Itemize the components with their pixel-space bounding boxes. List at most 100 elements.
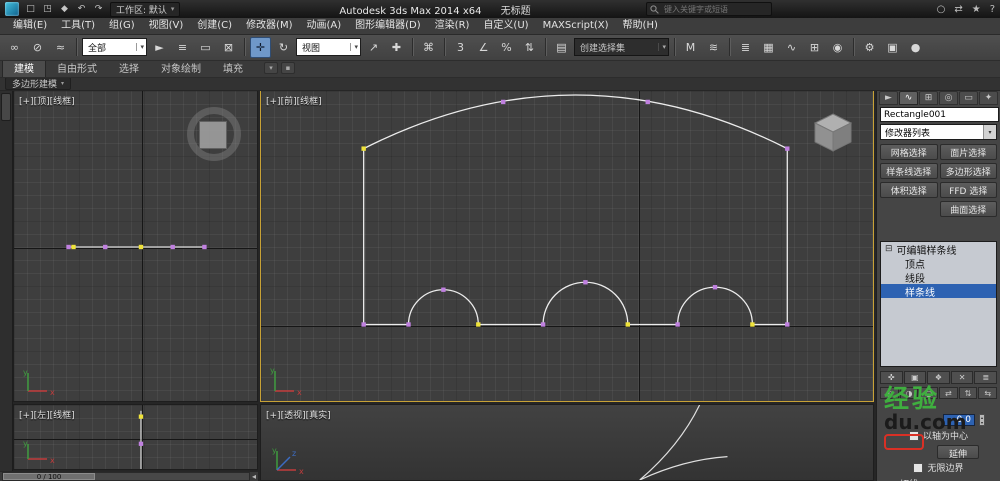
value-spinner-field[interactable]: 0.0: [942, 413, 975, 426]
spline-vertex[interactable]: [361, 146, 366, 151]
layer-manager-icon[interactable]: ≣: [735, 37, 756, 58]
keyboard-shortcut-override-icon[interactable]: ⌘: [418, 37, 439, 58]
modifier-button-patch-select[interactable]: 面片选择: [939, 144, 997, 160]
render-setup-icon[interactable]: ⚙: [859, 37, 880, 58]
viewport-left[interactable]: [+][左][线框] x y: [13, 404, 258, 470]
search-input[interactable]: [662, 3, 768, 15]
modifier-button-vol-select[interactable]: 体积选择: [880, 182, 938, 198]
viewcube[interactable]: [811, 111, 855, 155]
spline-vertex[interactable]: [645, 99, 650, 105]
ribbon-tab-freeform[interactable]: 自由形式: [46, 59, 108, 77]
stack-item-vertex[interactable]: 顶点: [881, 256, 996, 271]
spline-vertex[interactable]: [138, 244, 144, 250]
select-by-name-icon[interactable]: ≡: [172, 37, 193, 58]
boolean-intersect-icon[interactable]: ◒: [919, 387, 939, 399]
spline-vertex[interactable]: [750, 322, 755, 327]
angle-snap-icon[interactable]: ∠: [473, 37, 494, 58]
viewport-front-label[interactable]: [+][前][线框]: [266, 94, 322, 107]
extend-button[interactable]: 延伸: [937, 444, 979, 460]
menu-tools[interactable]: 工具(T): [54, 18, 102, 34]
viewport-perspective-label[interactable]: [+][透视][真实]: [266, 408, 331, 421]
spline-vertex[interactable]: [625, 322, 630, 327]
time-slider-track[interactable]: 0 / 100: [2, 472, 250, 481]
viewport-layout-tabs[interactable]: [0, 90, 13, 471]
viewport-perspective[interactable]: [+][透视][真实] x y z: [260, 404, 874, 481]
polygon-modeling-panel[interactable]: 多边形建模 ▾: [5, 77, 72, 90]
modifier-button-poly-select[interactable]: 多边形选择: [939, 163, 997, 179]
mirror-both-icon[interactable]: ⇆: [978, 387, 998, 399]
reference-coordinate-system-dropdown[interactable]: 视图 ▾: [296, 38, 361, 56]
layout-tab[interactable]: [1, 93, 11, 121]
menu-rendering[interactable]: 渲染(R): [428, 18, 477, 34]
create-tab[interactable]: ►: [879, 91, 898, 105]
save-file-icon[interactable]: ◆: [58, 2, 71, 16]
select-and-move-icon[interactable]: ✛: [250, 36, 271, 58]
menu-edit[interactable]: 编辑(E): [6, 18, 54, 34]
object-name-field[interactable]: [880, 107, 999, 122]
configure-modifier-sets-icon[interactable]: ≣: [974, 371, 997, 384]
communication-center-icon[interactable]: ⇄: [954, 4, 962, 15]
about-pivot-checkbox[interactable]: [908, 430, 919, 441]
hierarchy-tab[interactable]: ⊞: [919, 91, 938, 105]
ribbon-tab-object-paint[interactable]: 对象绘制: [150, 59, 212, 77]
edit-named-selection-sets-icon[interactable]: ▤: [551, 37, 572, 58]
spline-vertex[interactable]: [138, 441, 144, 446]
ribbon-tab-selection[interactable]: 选择: [108, 59, 150, 77]
spline-vertex[interactable]: [712, 285, 718, 290]
menu-create[interactable]: 创建(C): [190, 18, 239, 34]
spline-vertex[interactable]: [476, 322, 481, 327]
align-icon[interactable]: ≋: [703, 37, 724, 58]
spline-vertex[interactable]: [785, 146, 790, 151]
new-scene-icon[interactable]: □: [24, 2, 37, 16]
menu-graph-editors[interactable]: 图形编辑器(D): [348, 18, 428, 34]
modifier-button-mesh-select[interactable]: 网格选择: [880, 144, 938, 160]
select-and-manipulate-icon[interactable]: ✚: [386, 37, 407, 58]
select-object-icon[interactable]: ►: [149, 37, 170, 58]
mirror-icon[interactable]: M: [680, 37, 701, 58]
previous-frame-icon[interactable]: ◂: [252, 472, 256, 481]
spline-vertex[interactable]: [138, 414, 144, 419]
menu-help[interactable]: 帮助(H): [616, 18, 665, 34]
spline-vertex[interactable]: [501, 99, 506, 105]
menu-maxscript[interactable]: MAXScript(X): [536, 18, 616, 34]
selection-filter-dropdown[interactable]: 全部 ▾: [82, 38, 147, 56]
spline-vertex[interactable]: [71, 244, 76, 250]
collapse-icon[interactable]: ⊟: [885, 244, 893, 254]
redo-icon[interactable]: ↷: [92, 2, 105, 16]
ribbon-minimize-icon[interactable]: ▾: [264, 62, 278, 74]
spline-vertex[interactable]: [103, 244, 108, 250]
graphite-ribbon-icon[interactable]: ▦: [758, 37, 779, 58]
spline-vertex[interactable]: [170, 244, 175, 250]
make-unique-icon[interactable]: ❖: [927, 371, 950, 384]
spline-vertex[interactable]: [202, 244, 207, 250]
workspace-selector[interactable]: 工作区: 默认 ▾: [110, 1, 181, 17]
named-selection-sets-dropdown[interactable]: 创建选择集 ▾: [574, 38, 669, 56]
render-production-icon[interactable]: ●: [905, 37, 926, 58]
snaps-toggle-3d-icon[interactable]: 3: [450, 37, 471, 58]
undo-icon[interactable]: ↶: [75, 2, 88, 16]
modifier-button-ffd-select[interactable]: FFD 选择: [939, 182, 997, 198]
spline-vertex[interactable]: [66, 244, 71, 250]
viewport-top[interactable]: [+][顶][线框] x y: [13, 90, 258, 402]
viewcube-face[interactable]: [199, 121, 227, 149]
menu-group[interactable]: 组(G): [102, 18, 142, 34]
remove-modifier-icon[interactable]: ✕: [950, 371, 974, 384]
spinner-snap-icon[interactable]: ⇅: [519, 37, 540, 58]
spline-vertex[interactable]: [540, 322, 546, 327]
stack-item-segment[interactable]: 线段: [881, 270, 996, 285]
viewport-front[interactable]: [+][前][线框] x y: [260, 90, 874, 402]
ribbon-config-icon[interactable]: ▪: [281, 62, 295, 74]
spline-vertex[interactable]: [583, 280, 588, 285]
menu-animation[interactable]: 动画(A): [300, 18, 349, 34]
select-and-scale-icon[interactable]: ↗: [363, 37, 384, 58]
boolean-union-icon[interactable]: ◐: [880, 387, 899, 399]
spline-vertex[interactable]: [675, 322, 680, 327]
select-and-rotate-icon[interactable]: ↻: [273, 37, 294, 58]
curve-editor-icon[interactable]: ∿: [781, 37, 802, 58]
utilities-tab[interactable]: ✦: [979, 91, 998, 105]
show-end-result-icon[interactable]: ▣: [903, 371, 927, 384]
pin-stack-icon[interactable]: ✜: [880, 371, 903, 384]
search-box[interactable]: [646, 2, 772, 16]
modifier-button-surface-select[interactable]: 曲面选择: [939, 201, 997, 217]
viewport-left-label[interactable]: [+][左][线框]: [19, 408, 75, 421]
